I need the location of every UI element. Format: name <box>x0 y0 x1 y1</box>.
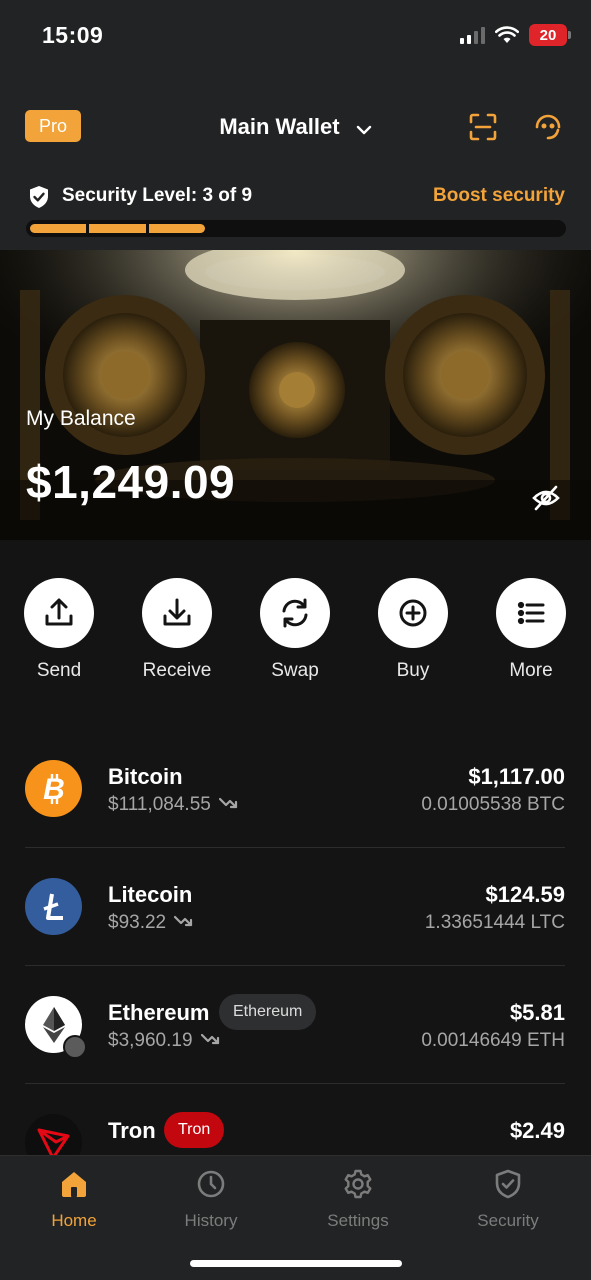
wifi-icon <box>495 26 519 43</box>
tab-label: Home <box>51 1211 97 1230</box>
security-row: Security Level: 3 of 9 Boost security <box>28 183 565 211</box>
ethereum-network-badge-icon <box>63 1035 87 1059</box>
buy-action[interactable]: Buy <box>358 578 468 682</box>
tab-settings[interactable]: Settings <box>303 1168 413 1231</box>
asset-amount: 0.01005538 BTC <box>421 794 565 815</box>
home-icon <box>62 1172 86 1197</box>
scan-icon[interactable] <box>468 112 498 147</box>
asset-fiat-value: $1,117.00 <box>468 764 565 789</box>
clock-icon <box>197 1170 225 1198</box>
receive-label: Receive <box>142 660 212 681</box>
asset-name: Tron <box>108 1118 156 1143</box>
balance-value: $1,249.09 <box>26 456 236 508</box>
battery-indicator: 20 <box>529 24 571 46</box>
eye-off-icon[interactable] <box>531 484 561 517</box>
tab-home[interactable]: Home <box>19 1168 129 1231</box>
balance-label: My Balance <box>26 407 136 430</box>
asset-price: $111,084.55 <box>108 794 243 816</box>
send-icon <box>24 578 94 648</box>
more-icon <box>496 578 566 648</box>
tab-history[interactable]: History <box>156 1168 266 1231</box>
asset-row-ethereum[interactable]: Ethereum Ethereum $3,960.19 $5.81 0.0014… <box>0 966 591 1084</box>
shield-icon <box>495 1169 521 1199</box>
asset-price: $93.22 <box>108 912 198 934</box>
status-indicators: 20 <box>460 24 571 46</box>
litecoin-icon <box>25 878 82 935</box>
header-area: 15:09 20 Pro Main Wallet Security Level:… <box>0 0 591 250</box>
asset-row-litecoin[interactable]: Litecoin $93.22 $124.59 1.33651444 LTC <box>0 848 591 966</box>
buy-icon <box>378 578 448 648</box>
asset-fiat-value: $5.81 <box>509 1000 565 1025</box>
bitcoin-icon: B <box>25 760 82 817</box>
security-progress-fill <box>30 224 205 233</box>
asset-price: $3,960.19 <box>108 1030 225 1052</box>
more-action[interactable]: More <box>476 578 586 682</box>
tab-security[interactable]: Security <box>453 1168 563 1231</box>
receive-action[interactable]: Receive <box>122 578 232 682</box>
svg-text:B: B <box>43 773 65 806</box>
asset-amount: 1.33651444 LTC <box>424 912 565 933</box>
network-chip: Tron <box>164 1112 225 1148</box>
gear-icon <box>344 1169 372 1199</box>
trend-down-icon <box>218 794 243 816</box>
more-label: More <box>509 660 553 681</box>
security-progress-bar <box>26 220 566 237</box>
wallet-selector[interactable]: Main Wallet <box>0 114 591 141</box>
support-icon[interactable] <box>532 110 564 147</box>
trend-down-icon <box>174 912 198 934</box>
shield-check-icon <box>28 185 50 214</box>
tab-label: Settings <box>327 1211 389 1230</box>
asset-amount: 0.00146649 ETH <box>421 1030 565 1051</box>
send-label: Send <box>36 660 82 681</box>
trend-down-icon <box>200 1030 225 1052</box>
status-time: 15:09 <box>42 22 104 48</box>
boost-security-link[interactable]: Boost security <box>433 185 565 207</box>
security-level-label: Security Level: 3 of 9 <box>62 185 253 206</box>
swap-action[interactable]: Swap <box>240 578 350 682</box>
receive-icon <box>142 578 212 648</box>
home-indicator <box>190 1260 402 1267</box>
send-action[interactable]: Send <box>4 578 114 682</box>
asset-name: Ethereum <box>108 1000 210 1025</box>
buy-label: Buy <box>396 660 430 681</box>
network-chip: Ethereum <box>219 994 317 1030</box>
asset-row-bitcoin[interactable]: B Bitcoin $111,084.55 $1,117.00 0.010055… <box>0 730 591 848</box>
wallet-name: Main Wallet <box>219 114 340 139</box>
asset-name: Bitcoin <box>108 764 183 789</box>
tab-label: History <box>184 1211 238 1230</box>
tab-label: Security <box>477 1211 539 1230</box>
asset-name: Litecoin <box>108 882 193 907</box>
chevron-down-icon <box>356 115 372 141</box>
cellular-signal-icon <box>460 26 485 44</box>
swap-icon <box>260 578 330 648</box>
asset-fiat-value: $2.49 <box>509 1118 565 1143</box>
asset-fiat-value: $124.59 <box>485 882 565 907</box>
swap-label: Swap <box>271 660 319 681</box>
